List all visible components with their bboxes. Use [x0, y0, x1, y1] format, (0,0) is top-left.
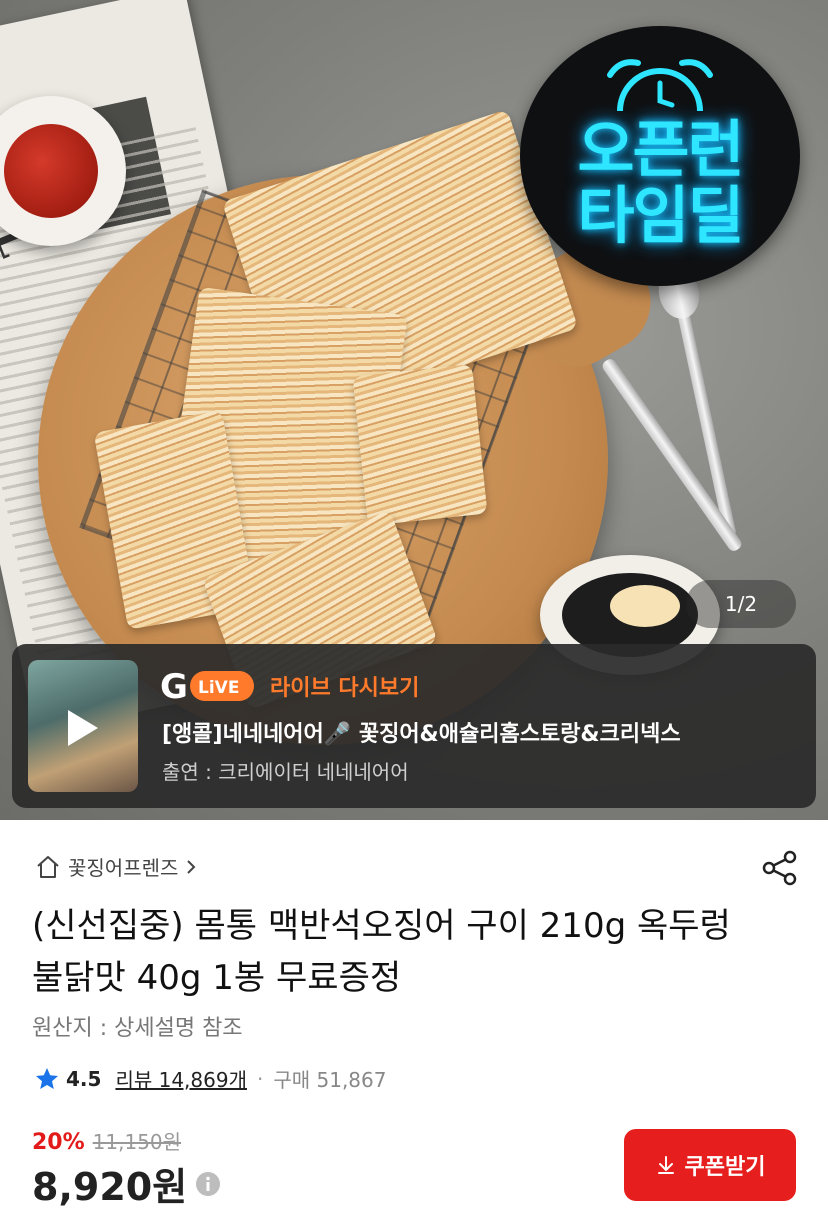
rating-row: 4.5 리뷰 14,869개 · 구매 51,867 — [34, 1064, 386, 1093]
coupon-download-button[interactable]: 쿠폰받기 — [624, 1129, 796, 1201]
timedeal-badge: 오픈런 타임딜 — [520, 26, 800, 286]
squid-piece — [352, 364, 488, 526]
share-icon[interactable] — [760, 848, 800, 888]
chevron-right-icon — [187, 859, 196, 874]
origin-info: 원산지 : 상세설명 참조 — [32, 1016, 243, 1041]
fork — [600, 356, 744, 554]
discount-rate: 20% — [32, 1130, 85, 1155]
separator-dot: · — [256, 1066, 264, 1091]
discount-row: 20% 11,150원 — [32, 1126, 181, 1155]
play-icon — [68, 710, 98, 746]
store-link[interactable]: 꽃징어프렌즈 — [34, 852, 198, 881]
download-icon — [657, 1156, 674, 1174]
home-icon — [37, 855, 59, 878]
svg-text:G: G — [160, 667, 188, 706]
alarm-clock-icon — [607, 59, 713, 112]
live-thumbnail[interactable] — [28, 660, 138, 792]
rating-score: 4.5 — [66, 1066, 102, 1091]
badge-line-1: 오픈런 — [577, 113, 744, 186]
coupon-button-label: 쿠폰받기 — [684, 1155, 766, 1180]
image-page-indicator: 1/2 — [686, 580, 796, 628]
glive-logo-text: LiVE — [198, 678, 239, 698]
live-product-desc: [앵콜]네네네어어🎤 꽃징어&애슐리홈스토랑&크리넥스 — [162, 722, 681, 747]
review-link[interactable]: 리뷰 14,869개 — [115, 1064, 247, 1093]
live-replay-title[interactable]: 라이브 다시보기 — [270, 670, 419, 702]
original-price: 11,150원 — [92, 1130, 182, 1154]
store-name: 꽃징어프렌즈 — [68, 856, 179, 880]
info-icon[interactable] — [195, 1171, 221, 1197]
live-cast: 출연 : 크리에이터 네네네어어 — [162, 760, 409, 784]
price-row: 8,920원 — [32, 1156, 221, 1211]
product-title: (신선집중) 몸통 맥반석오징어 구이 210g 옥두렁 불닭맛 40g 1봉 … — [32, 906, 731, 998]
badge-line-2: 타임딜 — [577, 179, 744, 252]
purchase-count: 구매 51,867 — [273, 1068, 387, 1092]
sale-price: 8,920원 — [32, 1165, 188, 1209]
live-replay-banner[interactable]: G LiVE 라이브 다시보기 [앵콜]네네네어어🎤 꽃징어&애슐리홈스토랑&크… — [12, 644, 816, 808]
glive-logo-icon: G LiVE — [160, 667, 254, 706]
star-icon — [36, 1067, 58, 1089]
